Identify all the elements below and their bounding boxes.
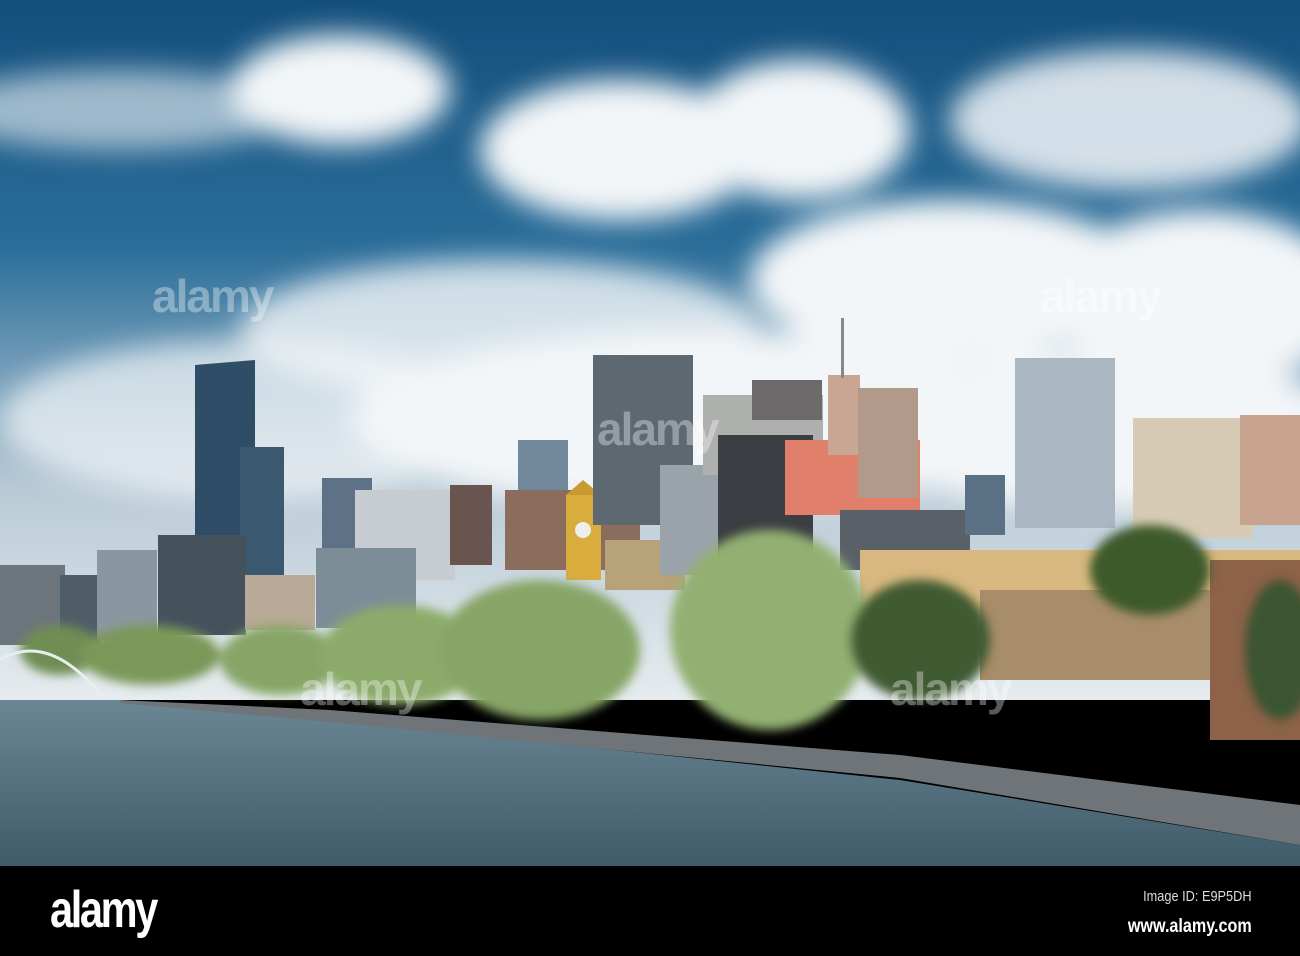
svg-text:alamy: alamy bbox=[597, 403, 720, 455]
stock-photo: alamy alamy alamy alamy alamy alamy Imag… bbox=[0, 0, 1300, 956]
website-link[interactable]: www.alamy.com bbox=[1128, 916, 1252, 938]
svg-text:alamy: alamy bbox=[890, 663, 1013, 715]
svg-text:alamy: alamy bbox=[300, 663, 423, 715]
alamy-logo: alamy bbox=[50, 881, 158, 939]
svg-text:alamy: alamy bbox=[152, 270, 275, 322]
watermark-footer: alamy Image ID: E9P5DH www.alamy.com bbox=[0, 866, 1300, 956]
city-skyline-photo: alamy alamy alamy alamy alamy bbox=[0, 0, 1300, 866]
svg-text:alamy: alamy bbox=[1040, 270, 1163, 322]
image-id: Image ID: E9P5DH bbox=[1143, 888, 1252, 905]
